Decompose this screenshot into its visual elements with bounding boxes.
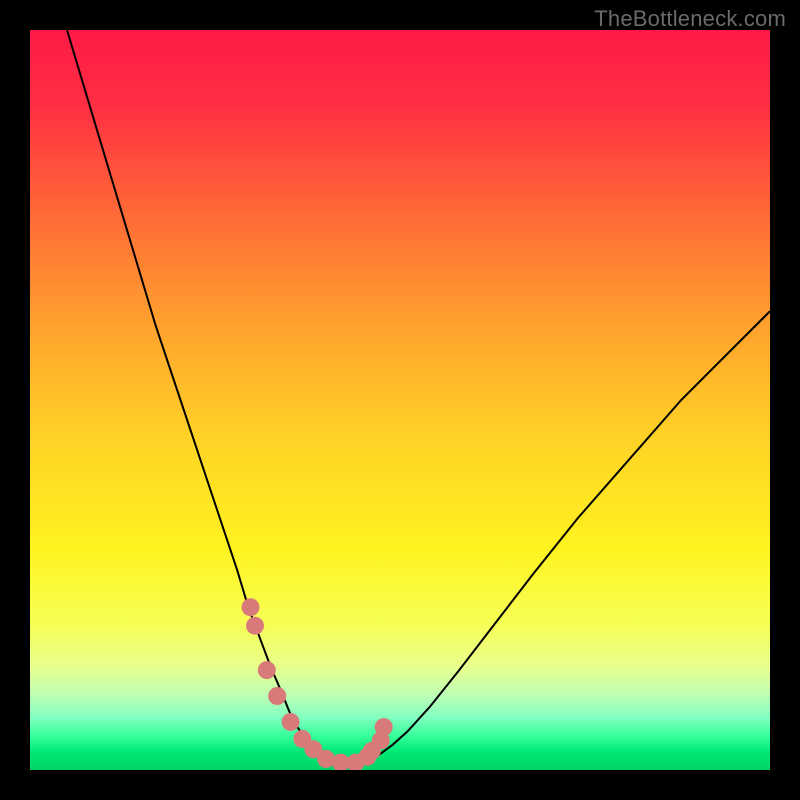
marker-dot	[375, 718, 393, 736]
bottleneck-curve	[67, 30, 770, 764]
marker-dot	[282, 713, 300, 731]
curve-layer	[30, 30, 770, 770]
marker-dots	[242, 598, 393, 770]
watermark-text: TheBottleneck.com	[594, 6, 786, 32]
marker-dot	[246, 617, 264, 635]
marker-dot	[258, 661, 276, 679]
marker-dot	[242, 598, 260, 616]
marker-dot	[268, 687, 286, 705]
chart-frame: TheBottleneck.com	[0, 0, 800, 800]
plot-area	[30, 30, 770, 770]
